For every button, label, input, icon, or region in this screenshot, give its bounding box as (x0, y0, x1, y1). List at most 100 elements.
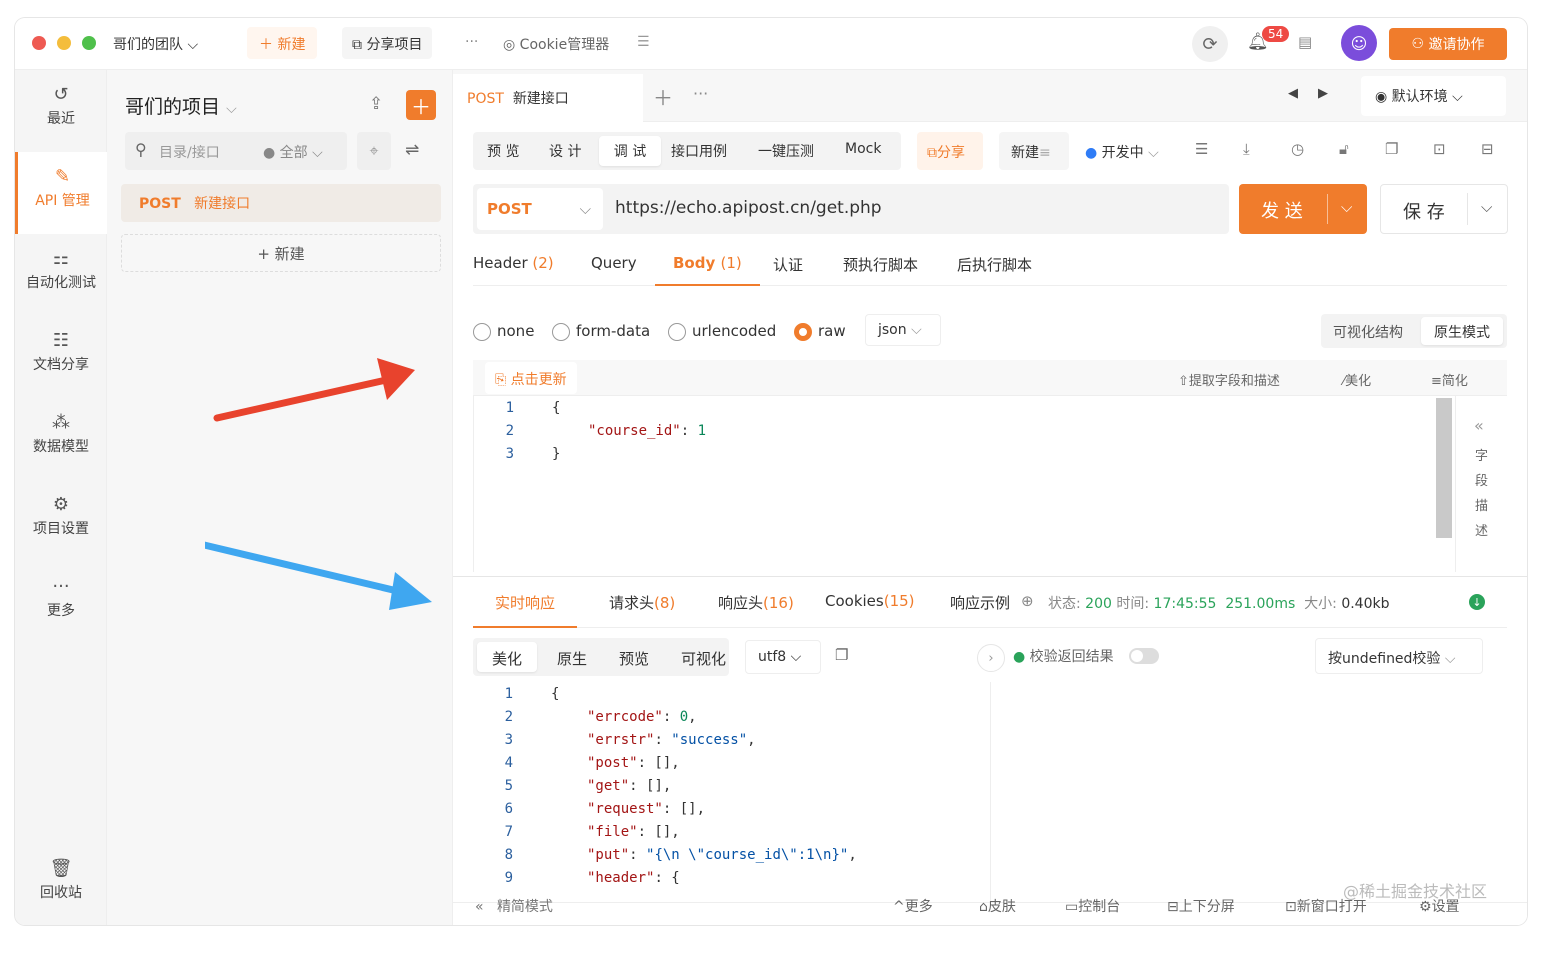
globe-icon[interactable]: ⊕ (1021, 592, 1034, 610)
body-type-raw[interactable]: raw (794, 322, 846, 341)
nav-api-management[interactable]: ✎ API 管理 (15, 152, 107, 234)
minimize-window-button[interactable] (57, 36, 71, 50)
method-select[interactable]: POST ⌵ (477, 188, 603, 230)
send-button[interactable]: 发 送 ⌵ (1239, 184, 1367, 234)
visual-mode-button[interactable]: 可视化结构 (1333, 322, 1403, 342)
body-type-form-data[interactable]: form-data (552, 322, 650, 341)
code-icon[interactable]: ⊡ (1433, 140, 1446, 158)
response-editor[interactable]: 1{2 "errcode": 0, 3 "errstr": "success", 4 "p… (473, 682, 991, 902)
nav-data-model[interactable]: ⁂ 数据模型 (15, 412, 107, 456)
update-button[interactable]: ⎘ 点击更新 (485, 362, 577, 394)
clock-icon[interactable]: ◷ (1291, 140, 1304, 158)
extract-fields-button[interactable]: ⇧提取字段和描述 (1178, 370, 1280, 389)
url-input[interactable]: https://echo.apipost.cn/get.php (615, 198, 882, 218)
copy-icon[interactable]: ❐ (1385, 140, 1398, 158)
share-project-button[interactable]: ⧉ 分享项目 (342, 27, 433, 59)
tab-header[interactable]: Header (2) (473, 254, 554, 272)
raw-mode-button[interactable]: 原生模式 (1421, 317, 1503, 345)
format-select[interactable]: json ⌵ (865, 314, 941, 346)
editor-scrollbar[interactable] (1436, 398, 1452, 538)
team-selector[interactable]: 哥们的团队 ⌵ (113, 34, 198, 54)
new-dropdown[interactable]: 新建≡ (999, 132, 1069, 170)
add-tab-icon[interactable]: ＋ (653, 82, 673, 111)
save-button[interactable]: 保 存 ⌵ (1380, 184, 1508, 234)
prev-tab-icon[interactable]: ◀ (1288, 86, 1298, 101)
nav-doc-share[interactable]: ☷ 文档分享 (15, 330, 107, 374)
tab-more-icon[interactable]: ··· (693, 84, 708, 103)
beautify-button[interactable]: ⁄美化 (1343, 370, 1371, 389)
search-box[interactable]: ⚲ 目录/接口 ● 全部 ⌵ (125, 132, 347, 170)
tab-design[interactable]: 设 计 (549, 141, 581, 161)
field-description-panel[interactable]: « 字段描述 (1455, 396, 1507, 572)
tab-post-script[interactable]: 后执行脚本 (957, 254, 1032, 275)
simple-mode-button[interactable]: « 精简模式 (475, 896, 553, 916)
validate-toggle[interactable] (1129, 648, 1159, 664)
nav-more[interactable]: ··· 更多 (15, 576, 107, 620)
search-input[interactable]: 目录/接口 (159, 142, 220, 162)
env-select[interactable]: ◉ 默认环境 ⌵ (1361, 76, 1506, 116)
chevron-down-icon[interactable]: ⌵ (1481, 198, 1492, 216)
body-type-urlencoded[interactable]: urlencoded (668, 322, 776, 341)
add-button[interactable]: ＋ (406, 90, 436, 120)
simplify-button[interactable]: ≡简化 (1431, 370, 1468, 389)
tab-request-headers[interactable]: 请求头(8) (609, 592, 675, 613)
api-list-item[interactable]: POST 新建接口 (121, 184, 441, 222)
tab-raw[interactable]: 原生 (557, 648, 587, 669)
tab-visualize[interactable]: 可视化 (681, 648, 726, 669)
tab-response-example[interactable]: 响应示例 (950, 592, 1010, 613)
copy-response-icon[interactable]: ❐ (835, 646, 848, 664)
export-icon[interactable]: ⊟ (1481, 140, 1494, 158)
tab-auth[interactable]: 认证 (773, 254, 803, 275)
footer-console[interactable]: ▭控制台 (1065, 896, 1120, 916)
chevron-down-icon[interactable]: ⌵ (1341, 198, 1352, 216)
share-button[interactable]: ⧉分享 (917, 132, 983, 170)
tab-pre-script[interactable]: 预执行脚本 (843, 254, 918, 275)
footer-skin[interactable]: ⌂皮肤 (979, 896, 1016, 916)
tab-debug[interactable]: 调 试 (599, 136, 661, 166)
tab-mock[interactable]: Mock (845, 141, 881, 157)
tab-body[interactable]: Body (1) (655, 246, 760, 286)
footer-split[interactable]: ⊟上下分屏 (1167, 896, 1235, 916)
tab-query[interactable]: Query (591, 254, 637, 272)
filter-select[interactable]: ● 全部 ⌵ (263, 142, 323, 162)
body-type-none[interactable]: none (473, 322, 534, 341)
invite-button[interactable]: ⚇ 邀请协作 (1389, 28, 1507, 60)
validate-mode-select[interactable]: 按undefined校验 ⌵ (1315, 638, 1483, 674)
tab-response-headers[interactable]: 响应头(16) (718, 592, 794, 613)
import-icon[interactable]: ⇪ (369, 94, 383, 114)
nav-project-settings[interactable]: ⚙ 项目设置 (15, 494, 107, 538)
tab-preview[interactable]: 预 览 (487, 141, 519, 161)
more-button[interactable]: ··· (465, 34, 478, 50)
doc-icon[interactable]: ▤ (1298, 33, 1312, 51)
tab-live-response[interactable]: 实时响应 (473, 576, 578, 628)
expand-collapse-icon[interactable]: ⇌ (405, 140, 419, 160)
tab-test-cases[interactable]: 接口用例 (671, 141, 727, 161)
close-window-button[interactable] (32, 36, 46, 50)
lock-icon[interactable]: 🔓︎ (1339, 140, 1349, 158)
new-button[interactable]: ＋ 新建 (247, 27, 318, 59)
status-select[interactable]: ● 开发中 ⌵ (1085, 142, 1159, 162)
collapse-icon[interactable]: ☰ (637, 34, 650, 50)
new-api-button[interactable]: + 新建 (121, 234, 441, 272)
project-title[interactable]: 哥们的项目 ⌵ (125, 92, 237, 119)
sync-icon[interactable]: ⟳ (1192, 26, 1228, 62)
tab-beautify[interactable]: 美化 (477, 642, 537, 672)
tab-stress-test[interactable]: 一键压测 (758, 141, 814, 161)
nav-recent[interactable]: ↺ 最近 (15, 84, 107, 128)
body-editor[interactable]: 1{2 "course_id": 1 3} (473, 396, 1452, 572)
download-response-icon[interactable]: ↓ (1469, 594, 1485, 610)
outline-icon[interactable]: ☰ (1195, 140, 1208, 158)
maximize-window-button[interactable] (82, 36, 96, 50)
footer-more[interactable]: ^更多 (893, 896, 933, 916)
encoding-select[interactable]: utf8 ⌵ (745, 640, 821, 674)
locate-icon[interactable]: ⌖ (357, 132, 391, 170)
chevron-right-icon[interactable]: › (977, 644, 1005, 672)
next-tab-icon[interactable]: ▶ (1318, 86, 1328, 101)
nav-automation[interactable]: ⚏ 自动化测试 (15, 248, 107, 292)
tab-cookies[interactable]: Cookies(15) (825, 592, 915, 610)
tab-preview-response[interactable]: 预览 (619, 648, 649, 669)
download-icon[interactable]: ⤓ (1243, 140, 1250, 158)
nav-trash[interactable]: 🗑︎ 回收站 (15, 858, 107, 902)
document-tab[interactable]: POST 新建接口 (453, 74, 643, 122)
avatar[interactable]: ☺ (1341, 25, 1377, 61)
